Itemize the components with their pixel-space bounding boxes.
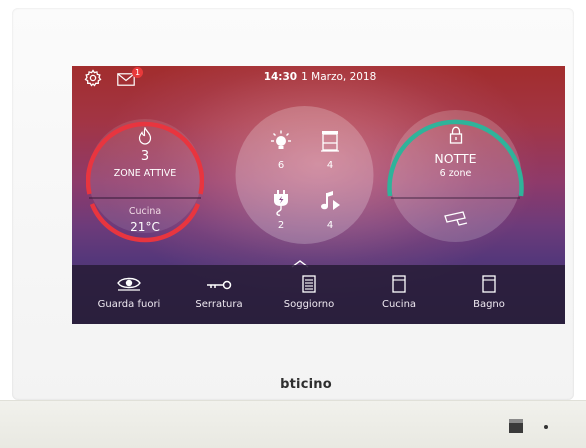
energy-count: 2	[277, 220, 285, 231]
plug-icon	[274, 190, 288, 216]
sound-shortcut[interactable]: 4	[313, 190, 347, 232]
padlock-icon	[449, 126, 463, 144]
devices-widget: 6 4 2 4	[234, 100, 375, 254]
key-icon	[207, 280, 232, 290]
status-led-square	[509, 419, 523, 433]
heating-widget[interactable]: 3 ZONE ATTIVE Cucina 21°C	[86, 104, 204, 250]
nav-label: Soggiorno	[283, 299, 335, 310]
music-icon	[321, 191, 340, 210]
nav-serratura[interactable]: Serratura	[174, 265, 264, 324]
bottom-nav: Guarda fuori Serratura Soggiorno Cucina …	[72, 265, 565, 324]
sound-count: 4	[326, 220, 334, 231]
shutters-count: 4	[326, 160, 334, 171]
alarm-widget[interactable]: NOTTE 6 zone	[387, 104, 524, 250]
status-led-dot	[544, 425, 548, 429]
shutters-shortcut[interactable]: 4	[313, 130, 347, 172]
nav-soggiorno[interactable]: Soggiorno	[264, 265, 354, 324]
shutter-icon	[321, 131, 339, 152]
gear-icon[interactable]	[84, 69, 102, 87]
lightbulb-icon	[271, 130, 291, 149]
nav-label: Serratura	[195, 299, 243, 310]
nav-cucina[interactable]: Cucina	[354, 265, 444, 324]
nav-bagno[interactable]: Bagno	[444, 265, 534, 324]
notification-badge: 1	[132, 67, 143, 78]
active-zones-count: 3	[140, 149, 150, 164]
zone-temperature: 21°C	[130, 220, 160, 234]
door-icon	[482, 275, 496, 293]
chevron-up-icon[interactable]	[290, 254, 310, 268]
eye-icon	[117, 277, 141, 291]
date-text: 1 Marzo, 2018	[301, 71, 377, 83]
nav-label: Cucina	[381, 299, 417, 310]
shutter-icon	[302, 275, 316, 293]
datetime: 14:30 1 Marzo, 2018	[250, 71, 390, 83]
brand-logo: bticino	[280, 377, 332, 392]
energy-shortcut[interactable]: 2	[264, 190, 298, 232]
clock-time: 14:30	[263, 71, 298, 83]
active-zones-label: ZONE ATTIVE	[113, 168, 177, 179]
flame-icon	[138, 126, 152, 145]
alarm-zones: 6 zone	[439, 168, 472, 179]
nav-guarda-fuori[interactable]: Guarda fuori	[84, 265, 174, 324]
nav-label: Guarda fuori	[97, 299, 161, 310]
alarm-mode: NOTTE	[434, 151, 477, 166]
zone-name: Cucina	[128, 206, 162, 217]
nav-label: Bagno	[473, 299, 505, 310]
touch-screen: 1 14:30 1 Marzo, 2018 3 ZONE ATTIVE Cucin…	[72, 66, 565, 324]
device-base	[0, 400, 586, 448]
door-icon	[392, 275, 406, 293]
lights-count: 6	[277, 160, 285, 171]
security-camera-icon[interactable]	[443, 210, 469, 228]
lights-shortcut[interactable]: 6	[264, 130, 298, 172]
